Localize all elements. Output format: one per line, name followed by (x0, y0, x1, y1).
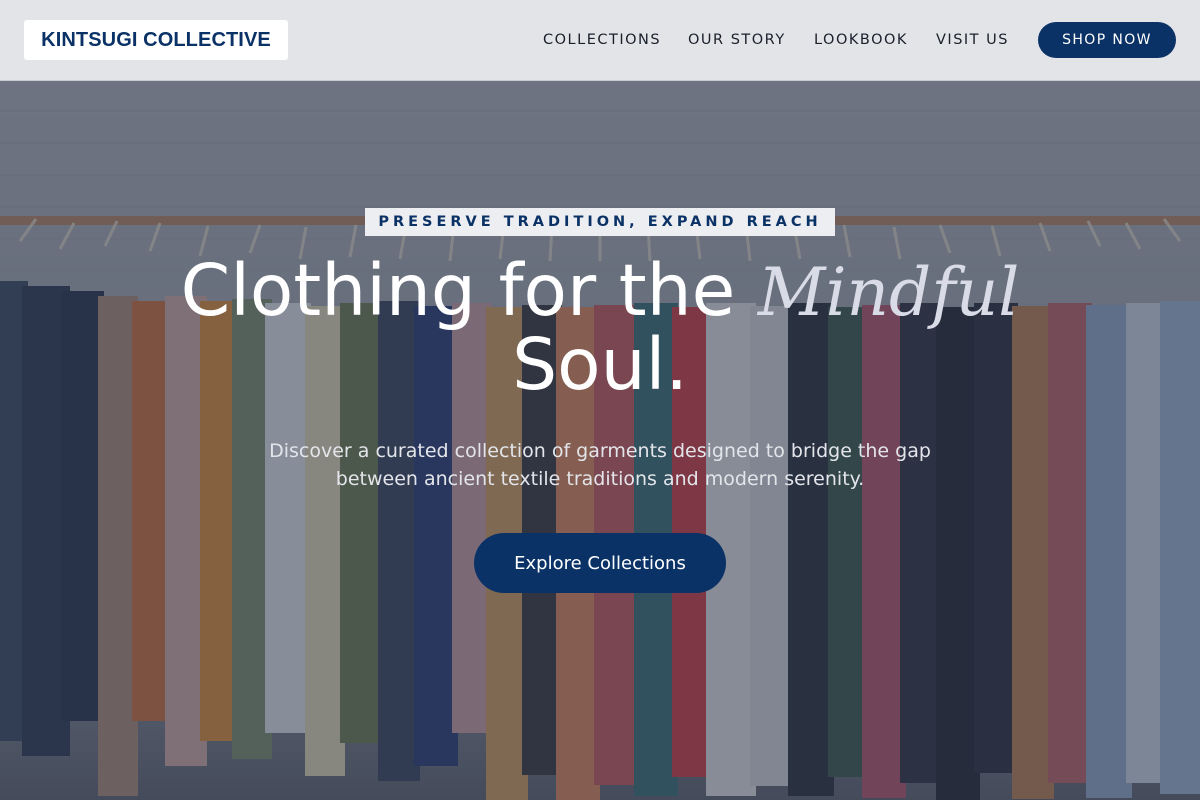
brand-logo[interactable]: KINTSUGI COLLECTIVE (24, 20, 288, 60)
hero-subtext: Discover a curated collection of garment… (269, 440, 931, 490)
hero-headline: Clothing for the Mindful Soul. (100, 255, 1100, 401)
nav-link-collections[interactable]: COLLECTIONS (543, 31, 661, 49)
site-header: KINTSUGI COLLECTIVE COLLECTIONS OUR STOR… (0, 0, 1200, 81)
hero-eyebrow-label: PRESERVE TRADITION, EXPAND REACH (365, 208, 835, 236)
nav-link-visit-us[interactable]: VISIT US (936, 31, 1009, 49)
nav-link-our-story[interactable]: OUR STORY (688, 31, 786, 49)
hero-headline-emphasis: Mindful (757, 254, 1020, 331)
hero-eyebrow-text: PRESERVE TRADITION, EXPAND REACH (378, 214, 822, 230)
shop-now-button[interactable]: SHOP NOW (1038, 22, 1176, 58)
brand-logo-text: KINTSUGI COLLECTIVE (41, 28, 271, 51)
hero-headline-part1: Clothing for the (180, 249, 736, 332)
hero-headline-part2: Soul. (512, 323, 688, 406)
explore-collections-button[interactable]: Explore Collections (474, 533, 726, 593)
hero-section: PRESERVE TRADITION, EXPAND REACH Clothin… (0, 81, 1200, 800)
nav-link-lookbook[interactable]: LOOKBOOK (814, 31, 908, 49)
